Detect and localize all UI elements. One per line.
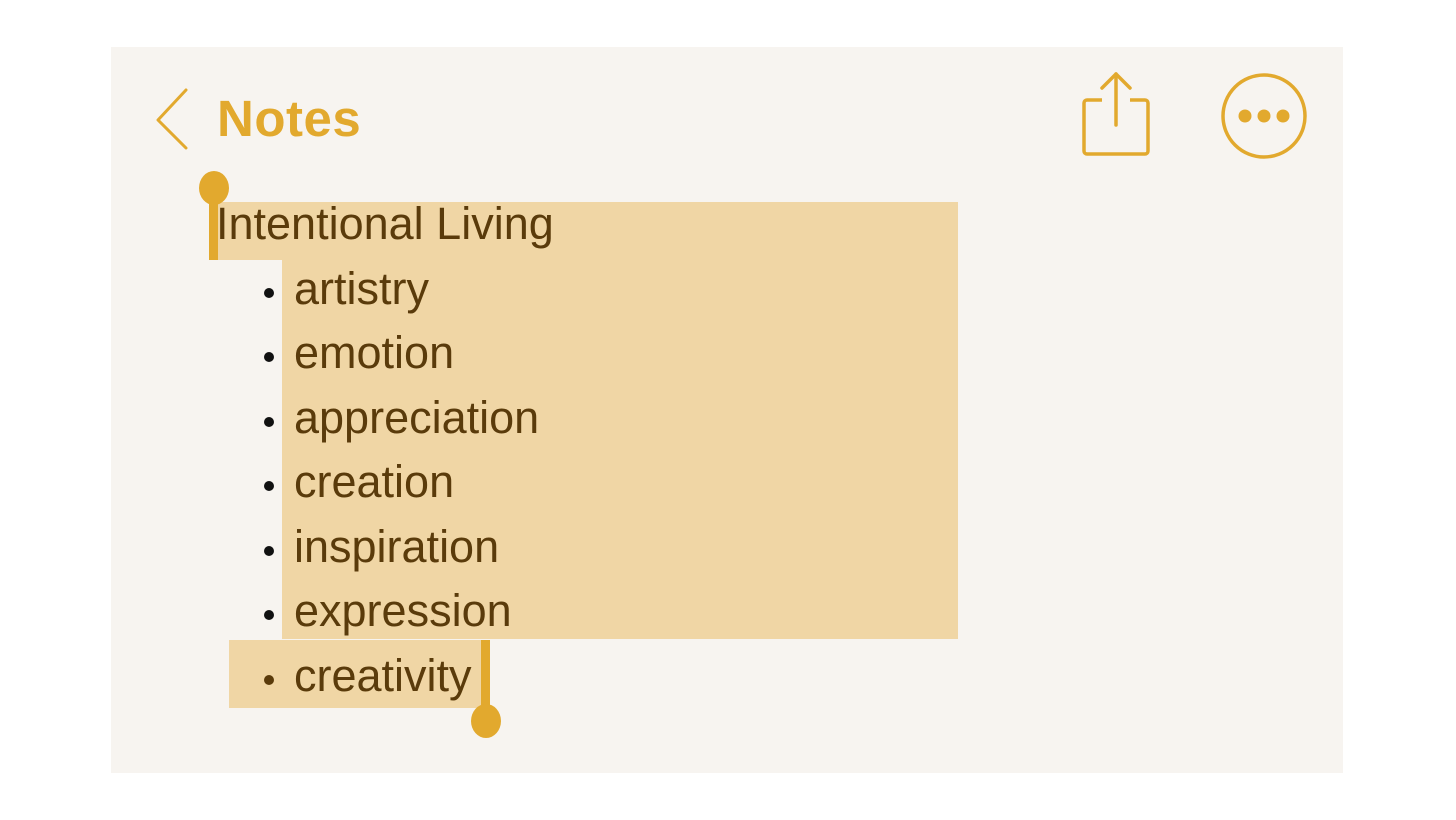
list-item[interactable]: expression [294, 579, 512, 643]
selection-start-handle[interactable] [199, 171, 229, 205]
list-item[interactable]: inspiration [294, 515, 499, 579]
share-icon [1082, 72, 1150, 156]
bullet-point [264, 610, 274, 620]
chevron-left-icon [156, 88, 188, 150]
list-item[interactable]: emotion [294, 321, 454, 385]
list-item[interactable]: artistry [294, 257, 429, 321]
bullet-point [264, 417, 274, 427]
list-item[interactable]: appreciation [294, 386, 539, 450]
bullet-point [264, 481, 274, 491]
list-item[interactable]: creation [294, 450, 454, 514]
bullet-point [264, 675, 274, 685]
bullet-point [264, 546, 274, 556]
more-icon [1221, 73, 1307, 159]
bullet-point [264, 352, 274, 362]
more-button[interactable] [1220, 72, 1308, 160]
bullet-point [264, 288, 274, 298]
back-button[interactable]: Notes [150, 82, 361, 154]
list-item[interactable]: creativity [294, 644, 472, 708]
note-title[interactable]: Intentional Living [216, 192, 554, 256]
share-button[interactable] [1080, 70, 1152, 158]
back-label: Notes [217, 89, 362, 147]
selection-end-handle-bar[interactable] [481, 640, 490, 714]
selection-end-handle[interactable] [471, 704, 501, 738]
